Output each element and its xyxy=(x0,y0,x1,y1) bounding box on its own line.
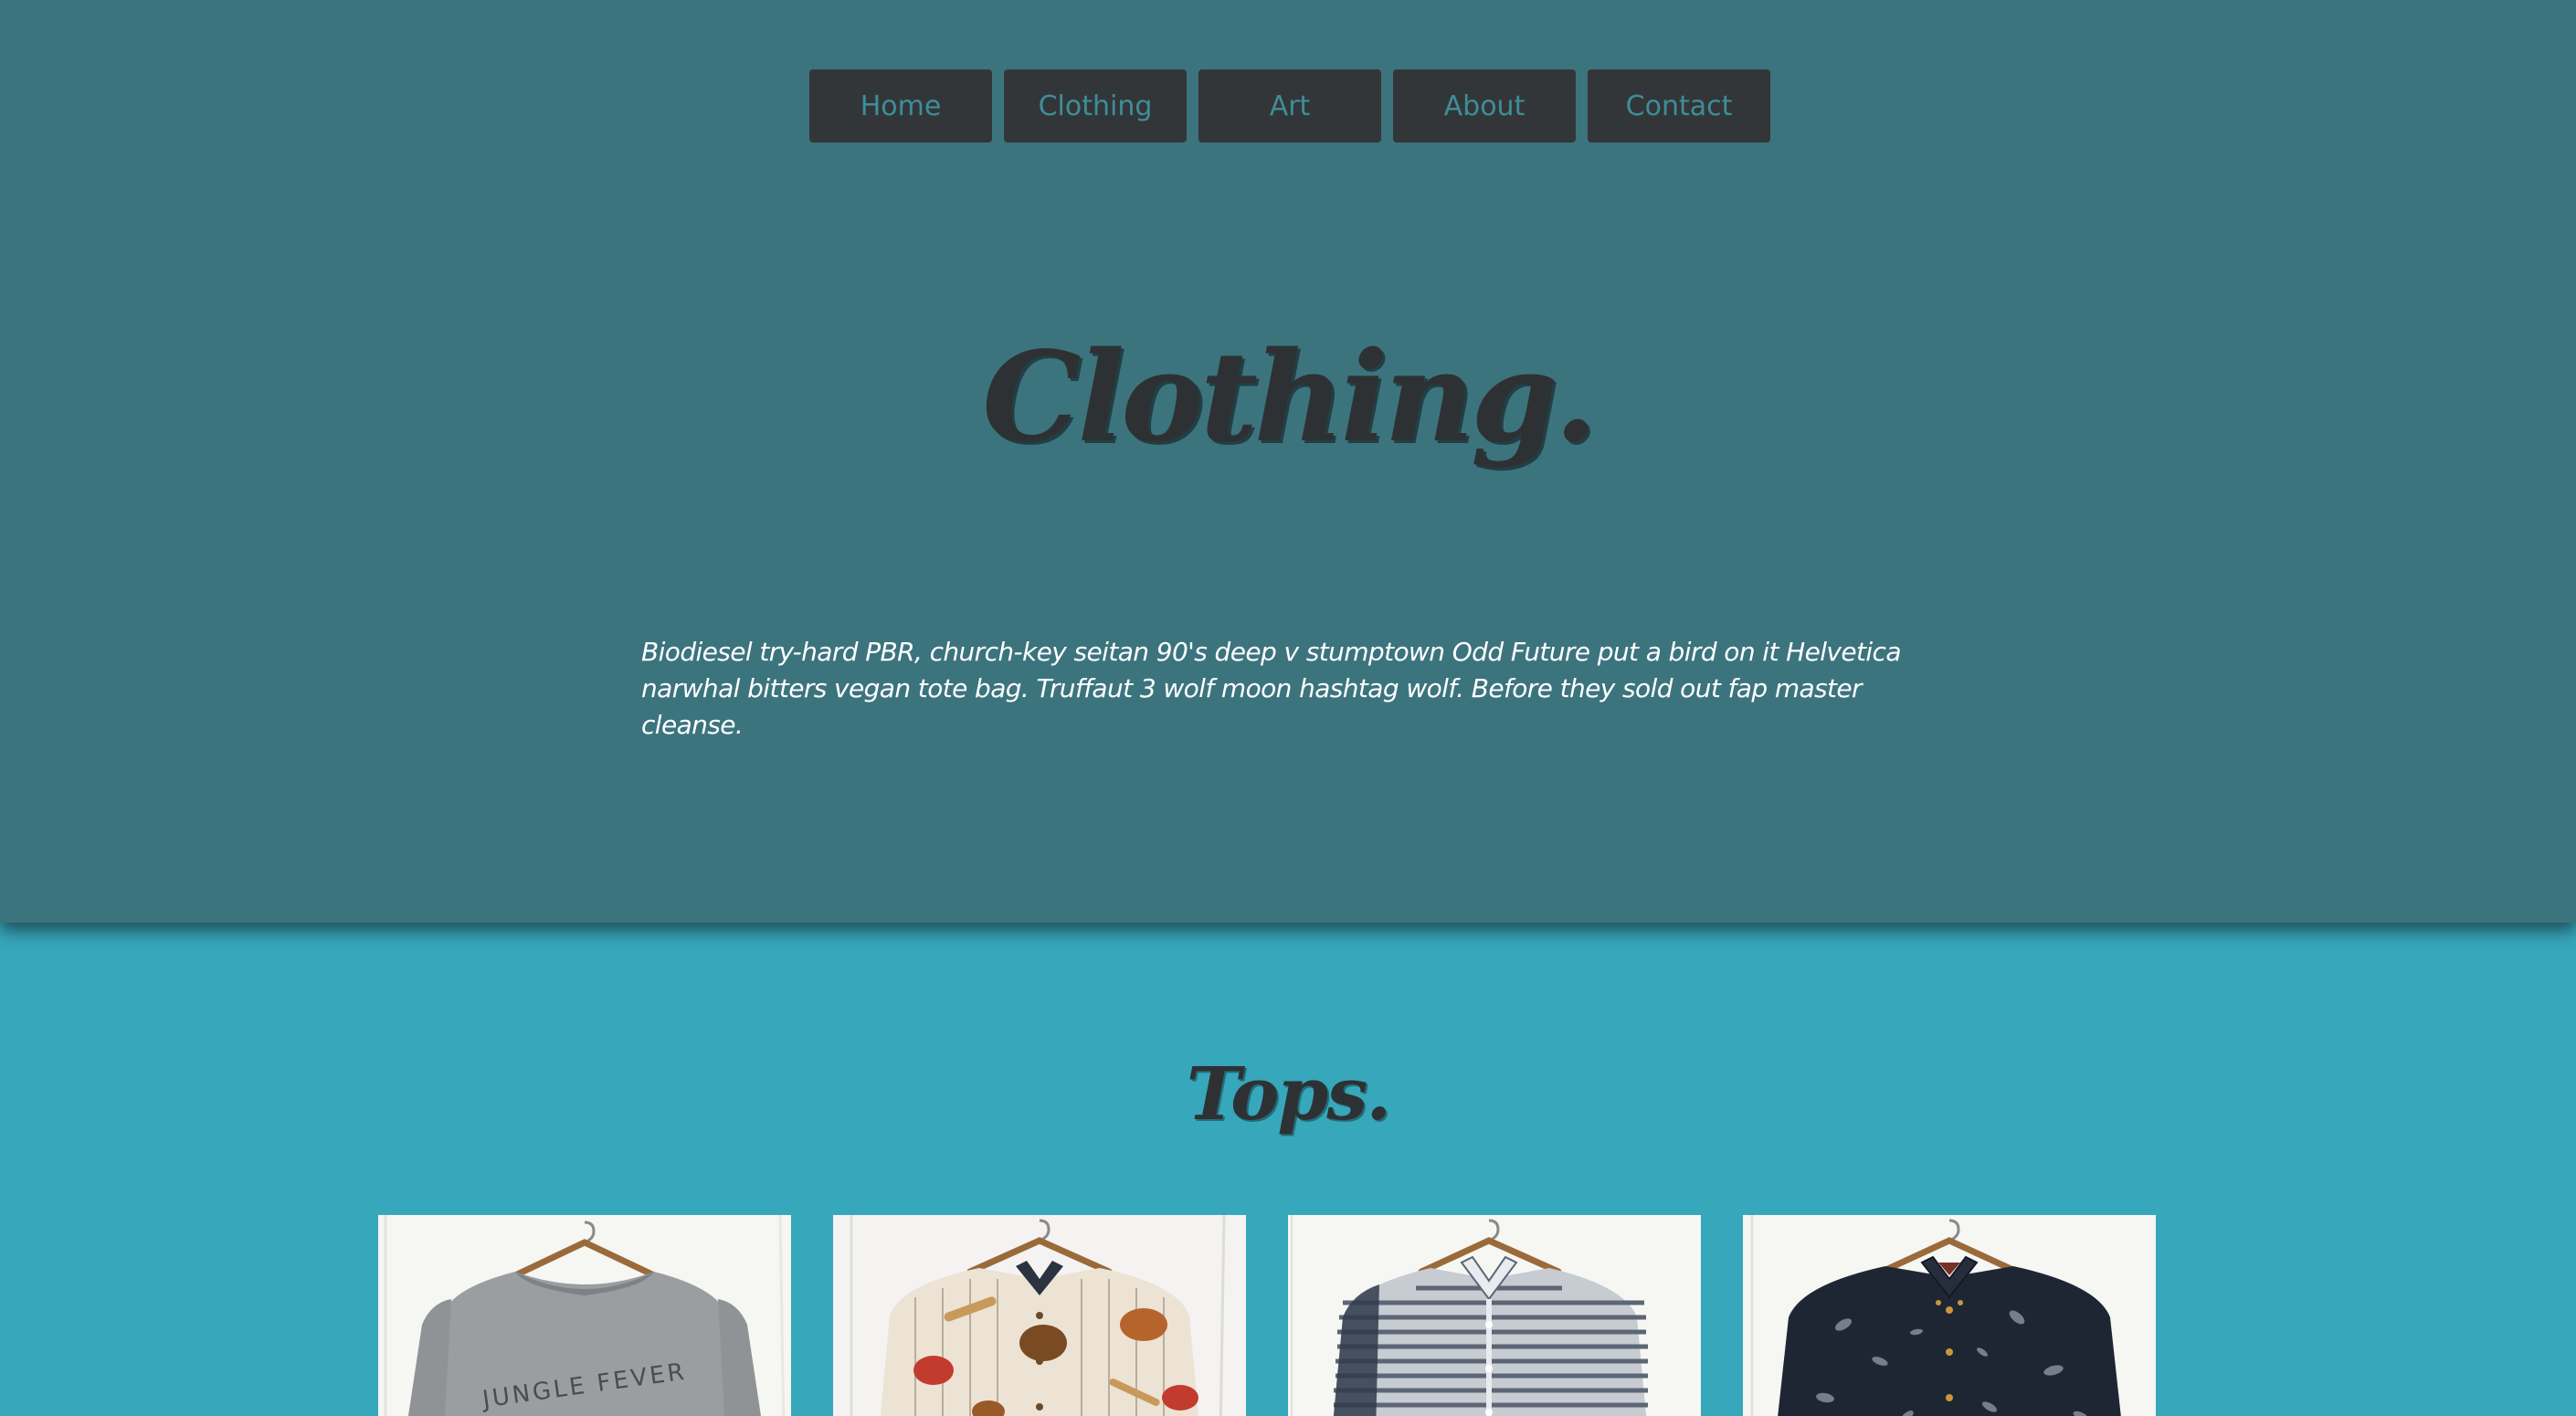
product-grey-sweatshirt[interactable]: JUNGLE FEVER xyxy=(378,1215,791,1416)
tops-section: Tops. JUNGLE FEVER xyxy=(0,923,2576,1416)
page: Home Clothing Art About Contact Clothing… xyxy=(0,0,2576,1416)
product-navy-floral-shirt[interactable] xyxy=(1743,1215,2156,1416)
section-title-tops: Tops. xyxy=(1186,1051,1392,1136)
nav-contact[interactable]: Contact xyxy=(1588,69,1770,143)
hero-section: Home Clothing Art About Contact Clothing… xyxy=(0,0,2576,923)
main-nav: Home Clothing Art About Contact xyxy=(809,69,1770,143)
product-baseball-shirt[interactable] xyxy=(833,1215,1246,1416)
navy-shirt-image xyxy=(1743,1215,2156,1416)
product-gallery: JUNGLE FEVER xyxy=(378,1215,2156,1416)
baseball-shirt-image xyxy=(833,1215,1246,1416)
page-title: Clothing. xyxy=(982,324,1597,470)
intro-paragraph: Biodiesel try-hard PBR, church-key seita… xyxy=(641,637,1902,740)
nav-about[interactable]: About xyxy=(1393,69,1576,143)
nav-home[interactable]: Home xyxy=(809,69,992,143)
nav-clothing[interactable]: Clothing xyxy=(1004,69,1187,143)
product-striped-shirt[interactable] xyxy=(1288,1215,1701,1416)
nav-art[interactable]: Art xyxy=(1198,69,1381,143)
striped-shirt-image xyxy=(1288,1215,1701,1416)
